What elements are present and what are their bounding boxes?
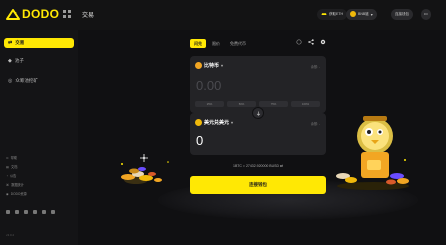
refresh-icon[interactable] <box>296 39 302 45</box>
btc-icon <box>195 62 202 69</box>
tab-swap[interactable]: 闪兑 <box>190 39 206 48</box>
gear-icon[interactable] <box>320 39 326 45</box>
tab-limit[interactable]: 限价 <box>208 39 224 48</box>
telegram-icon[interactable] <box>42 210 46 214</box>
footer-link-docs[interactable]: ▤ 文档 <box>6 164 18 170</box>
sidebar: ⇄ 交易 ◆ 池子 ◎ 众筹池挖矿 ⊙ 帮助 ▤ 文档 ◔ 公告 ⌘ 数据统计 ◉ DOD… <box>0 30 78 245</box>
from-token-card: 比特币 ▾ 余额: - 0.00 25% 50% 75% 100% <box>190 56 326 113</box>
logo-text: DODO <box>22 7 60 21</box>
gas-button[interactable]: 获取ETH <box>317 8 347 20</box>
swap-direction-button[interactable] <box>252 107 264 119</box>
connect-wallet-header-label: 连接钱包 <box>395 11 409 16</box>
footer-link-resources[interactable]: ◉ DODO资源 <box>6 191 27 197</box>
resources-icon: ◉ <box>6 191 9 196</box>
twitter-icon[interactable] <box>24 210 28 214</box>
percent-75-button[interactable]: 75% <box>259 101 288 107</box>
more-button[interactable]: ••• <box>421 8 431 20</box>
to-token-selector[interactable]: 美元兑美元 ▾ <box>195 119 233 126</box>
sidebar-item-swap[interactable]: ⇄ 交易 <box>4 38 74 48</box>
help-icon: ⊙ <box>6 155 9 160</box>
connect-wallet-header-button[interactable]: 连接钱包 <box>391 8 413 20</box>
logo[interactable]: DODO <box>6 7 59 21</box>
busd-icon <box>195 119 202 126</box>
network-selector[interactable]: BNB链 ▾ <box>346 8 377 20</box>
sidebar-item-label: 交易 <box>15 40 25 45</box>
percent-50-button[interactable]: 50% <box>227 101 256 107</box>
top-bar: DODO 交易 获取ETH BNB链 ▾ 连接钱包 ••• <box>0 0 446 30</box>
sidebar-item-pool[interactable]: ◆ 池子 <box>4 56 74 66</box>
footer-link-label: 数据统计 <box>11 183 24 187</box>
from-amount-input[interactable]: 0.00 <box>196 78 221 93</box>
footer-link-stats[interactable]: ⌘ 数据统计 <box>6 182 24 188</box>
bnb-icon <box>350 11 356 17</box>
from-token-name: 比特币 <box>204 63 220 69</box>
social-links <box>6 210 55 214</box>
car-icon <box>321 13 327 15</box>
gumball-machine-illustration <box>336 116 409 190</box>
to-balance: 余额: - <box>310 122 320 126</box>
github-icon[interactable] <box>15 210 19 214</box>
connect-wallet-button[interactable]: 连接钱包 <box>190 176 326 194</box>
gas-label: 获取ETH <box>329 11 343 16</box>
swap-icon: ⇄ <box>8 40 13 46</box>
percent-25-button[interactable]: 25% <box>195 101 224 107</box>
more-icon: ••• <box>424 12 428 16</box>
footer-link-label: 帮助 <box>10 156 18 160</box>
sidebar-item-label: 众筹池挖矿 <box>15 78 38 83</box>
dodo-logo-icon <box>6 9 20 20</box>
arrow-down-icon <box>256 111 260 116</box>
coin-pile-illustration <box>121 154 169 184</box>
footer-link-label: 公告 <box>9 174 17 178</box>
footer-link-help[interactable]: ⊙ 帮助 <box>6 155 18 161</box>
stats-icon: ⌘ <box>6 182 10 187</box>
mining-icon: ◎ <box>8 78 13 84</box>
share-icon[interactable] <box>308 39 314 45</box>
exchange-rate: 1BTC = 27432.920000 BUSD ⇄ <box>190 164 326 168</box>
sidebar-item-mining[interactable]: ◎ 众筹池挖矿 <box>4 76 74 86</box>
page-title: 交易 <box>82 13 95 19</box>
to-amount-input[interactable]: 0 <box>196 133 203 148</box>
network-label: BNB链 <box>358 11 369 16</box>
footer-link-label: DODO资源 <box>10 192 27 196</box>
docs-icon: ▤ <box>6 164 10 169</box>
version-text: v3.0.2 <box>6 233 15 237</box>
percent-100-button[interactable]: 100% <box>291 101 320 107</box>
sidebar-item-label: 池子 <box>14 58 24 63</box>
home-icon[interactable] <box>6 210 10 214</box>
footer-link-label: 文档 <box>11 165 18 169</box>
discord-icon[interactable] <box>33 210 37 214</box>
to-token-card: 美元兑美元 ▾ 余额: - 0 <box>190 113 326 155</box>
swap-rate-icon[interactable]: ⇄ <box>280 164 283 168</box>
chevron-down-icon: ▾ <box>370 11 373 17</box>
from-token-selector[interactable]: 比特币 ▾ <box>195 62 223 69</box>
chevron-down-icon: ▾ <box>231 120 234 125</box>
footer-link-announcements[interactable]: ◔ 公告 <box>6 173 17 179</box>
pool-icon: ◆ <box>8 58 12 64</box>
apps-grid-icon[interactable] <box>62 9 72 19</box>
to-token-name: 美元兑美元 <box>204 120 230 126</box>
exchange-rate-text: 1BTC = 27432.920000 BUSD <box>233 164 280 168</box>
medium-icon[interactable] <box>51 210 55 214</box>
bell-icon: ◔ <box>6 173 8 178</box>
from-balance: 余额: - <box>310 65 320 69</box>
tab-free-token[interactable]: 免费代币 <box>226 39 250 48</box>
swap-tools <box>296 39 326 45</box>
chevron-down-icon: ▾ <box>221 63 224 68</box>
swap-tabs: 闪兑 限价 免费代币 <box>190 39 250 48</box>
